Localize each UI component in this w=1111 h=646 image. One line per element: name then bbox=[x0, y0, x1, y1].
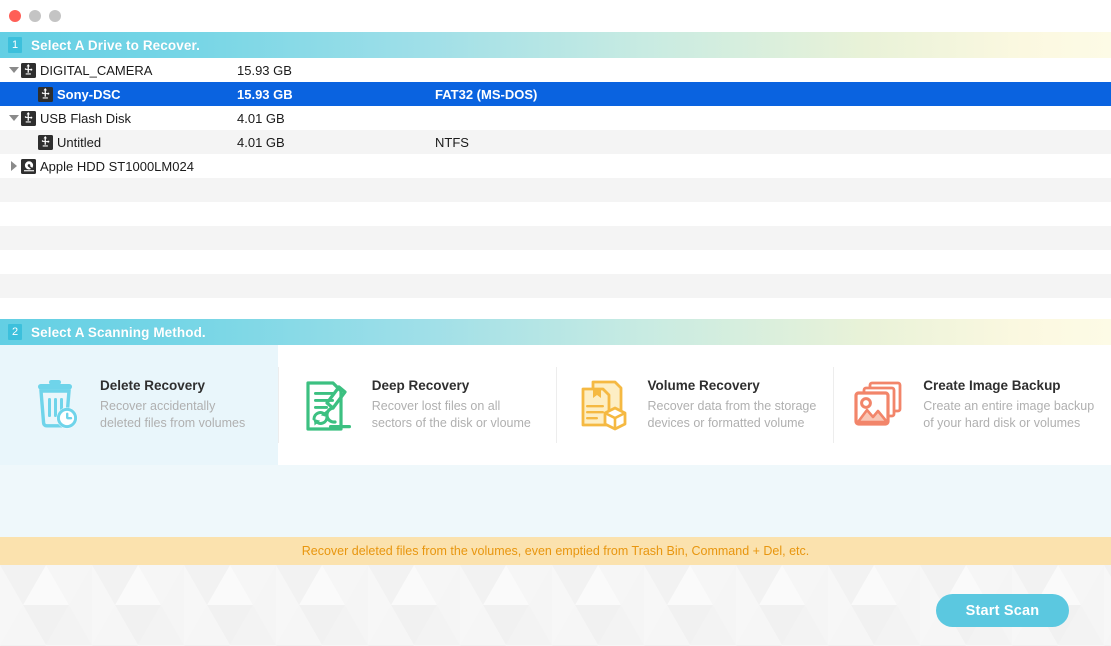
chevron-down-icon[interactable] bbox=[8, 113, 19, 124]
method-text: Volume Recovery Recover data from the sto… bbox=[648, 378, 817, 432]
method-description-line1: Recover accidentally bbox=[100, 399, 216, 413]
method-title: Volume Recovery bbox=[647, 378, 760, 393]
method-description-line2: sectors of the disk or vloume bbox=[371, 416, 531, 430]
chevron-right-icon[interactable] bbox=[8, 161, 19, 172]
drive-name: Sony-DSC bbox=[57, 86, 121, 102]
drive-row[interactable]: Untitled 4.01 GB NTFS bbox=[0, 130, 1111, 154]
action-bar: Start Scan bbox=[0, 565, 1111, 646]
method-card-delete[interactable]: Delete Recovery Recover accidentally delet… bbox=[0, 345, 278, 465]
step1-header: 1 Select A Drive to Recover. bbox=[0, 32, 1111, 58]
usb-icon bbox=[38, 86, 53, 102]
step1-number-badge: 1 bbox=[8, 37, 22, 53]
minimize-window-button[interactable] bbox=[29, 10, 41, 22]
method-text: Delete Recovery Recover accidentally delet… bbox=[100, 378, 245, 432]
trash-clock-icon bbox=[24, 374, 86, 436]
method-title: Delete Recovery bbox=[100, 378, 206, 393]
hdd-icon bbox=[21, 158, 36, 174]
drive-name: DIGITAL_CAMERA bbox=[40, 62, 153, 78]
drive-row[interactable]: USB Flash Disk 4.01 GB bbox=[0, 106, 1111, 130]
step2-header: 2 Select A Scanning Method. bbox=[0, 319, 1111, 345]
hint-text: Recover deleted files from the volumes, … bbox=[301, 544, 810, 558]
window-titlebar bbox=[0, 0, 1111, 32]
drive-name: Apple HDD ST1000LM024 bbox=[40, 158, 194, 174]
content-filler bbox=[0, 465, 1111, 537]
drive-row-empty bbox=[0, 202, 1111, 226]
drive-name: Untitled bbox=[57, 134, 102, 150]
drive-list[interactable]: DIGITAL_CAMERA 15.93 GB Sony-DSC 15.93 GB FA… bbox=[0, 58, 1111, 322]
app-window: 1 Select A Drive to Recover. DIGITAL_CAM… bbox=[0, 0, 1111, 646]
method-text: Deep Recovery Recover lost files on all se… bbox=[372, 378, 531, 432]
method-card-deep[interactable]: Deep Recovery Recover lost files on all se… bbox=[277, 345, 556, 465]
method-text: Create Image Backup Create an entire imag… bbox=[923, 378, 1094, 432]
chevron-down-icon[interactable] bbox=[8, 65, 19, 76]
method-card-volume[interactable]: Volume Recovery Recover data from the sto… bbox=[555, 345, 834, 465]
scanning-method-list[interactable]: Delete Recovery Recover accidentally delet… bbox=[0, 345, 1111, 465]
document-microscope-icon bbox=[296, 374, 358, 436]
drive-size: 4.01 GB bbox=[237, 134, 285, 150]
drive-row[interactable]: Apple HDD ST1000LM024 bbox=[0, 154, 1111, 178]
zoom-window-button[interactable] bbox=[49, 10, 61, 22]
start-scan-button[interactable]: Start Scan bbox=[936, 594, 1069, 627]
drive-row-empty bbox=[0, 250, 1111, 274]
method-description-line2: of your hard disk or volumes bbox=[923, 416, 1081, 430]
method-description-line2: devices or formatted volume bbox=[647, 416, 805, 430]
usb-icon bbox=[21, 62, 36, 78]
drive-row-empty bbox=[0, 226, 1111, 250]
document-box-icon bbox=[572, 374, 634, 436]
method-description-line2: deleted files from volumes bbox=[100, 416, 246, 430]
drive-row-empty bbox=[0, 274, 1111, 298]
step1-title: Select A Drive to Recover. bbox=[31, 37, 200, 53]
method-description-line1: Recover data from the storage bbox=[647, 399, 817, 413]
drive-size: 15.93 GB bbox=[237, 86, 293, 102]
method-title: Create Image Backup bbox=[923, 378, 1061, 393]
drive-filesystem: NTFS bbox=[435, 134, 469, 150]
drive-size: 4.01 GB bbox=[237, 110, 285, 126]
hint-banner: Recover deleted files from the volumes, … bbox=[0, 537, 1111, 565]
drive-filesystem: FAT32 (MS-DOS) bbox=[435, 86, 538, 102]
usb-icon bbox=[21, 110, 36, 126]
drive-size: 15.93 GB bbox=[237, 62, 292, 78]
step2-title: Select A Scanning Method. bbox=[31, 324, 206, 340]
step2-number-badge: 2 bbox=[8, 324, 22, 340]
drive-row[interactable]: Sony-DSC 15.93 GB FAT32 (MS-DOS) bbox=[0, 82, 1111, 106]
method-description-line1: Recover lost files on all bbox=[371, 399, 501, 413]
method-description-line1: Create an entire image backup bbox=[923, 399, 1095, 413]
photo-stack-icon bbox=[847, 374, 909, 436]
drive-row-empty bbox=[0, 178, 1111, 202]
usb-icon bbox=[38, 134, 53, 150]
drive-name: USB Flash Disk bbox=[40, 110, 132, 126]
drive-row[interactable]: DIGITAL_CAMERA 15.93 GB bbox=[0, 58, 1111, 82]
method-card-image[interactable]: Create Image Backup Create an entire imag… bbox=[833, 345, 1111, 465]
method-title: Deep Recovery bbox=[371, 378, 470, 393]
close-window-button[interactable] bbox=[9, 10, 21, 22]
